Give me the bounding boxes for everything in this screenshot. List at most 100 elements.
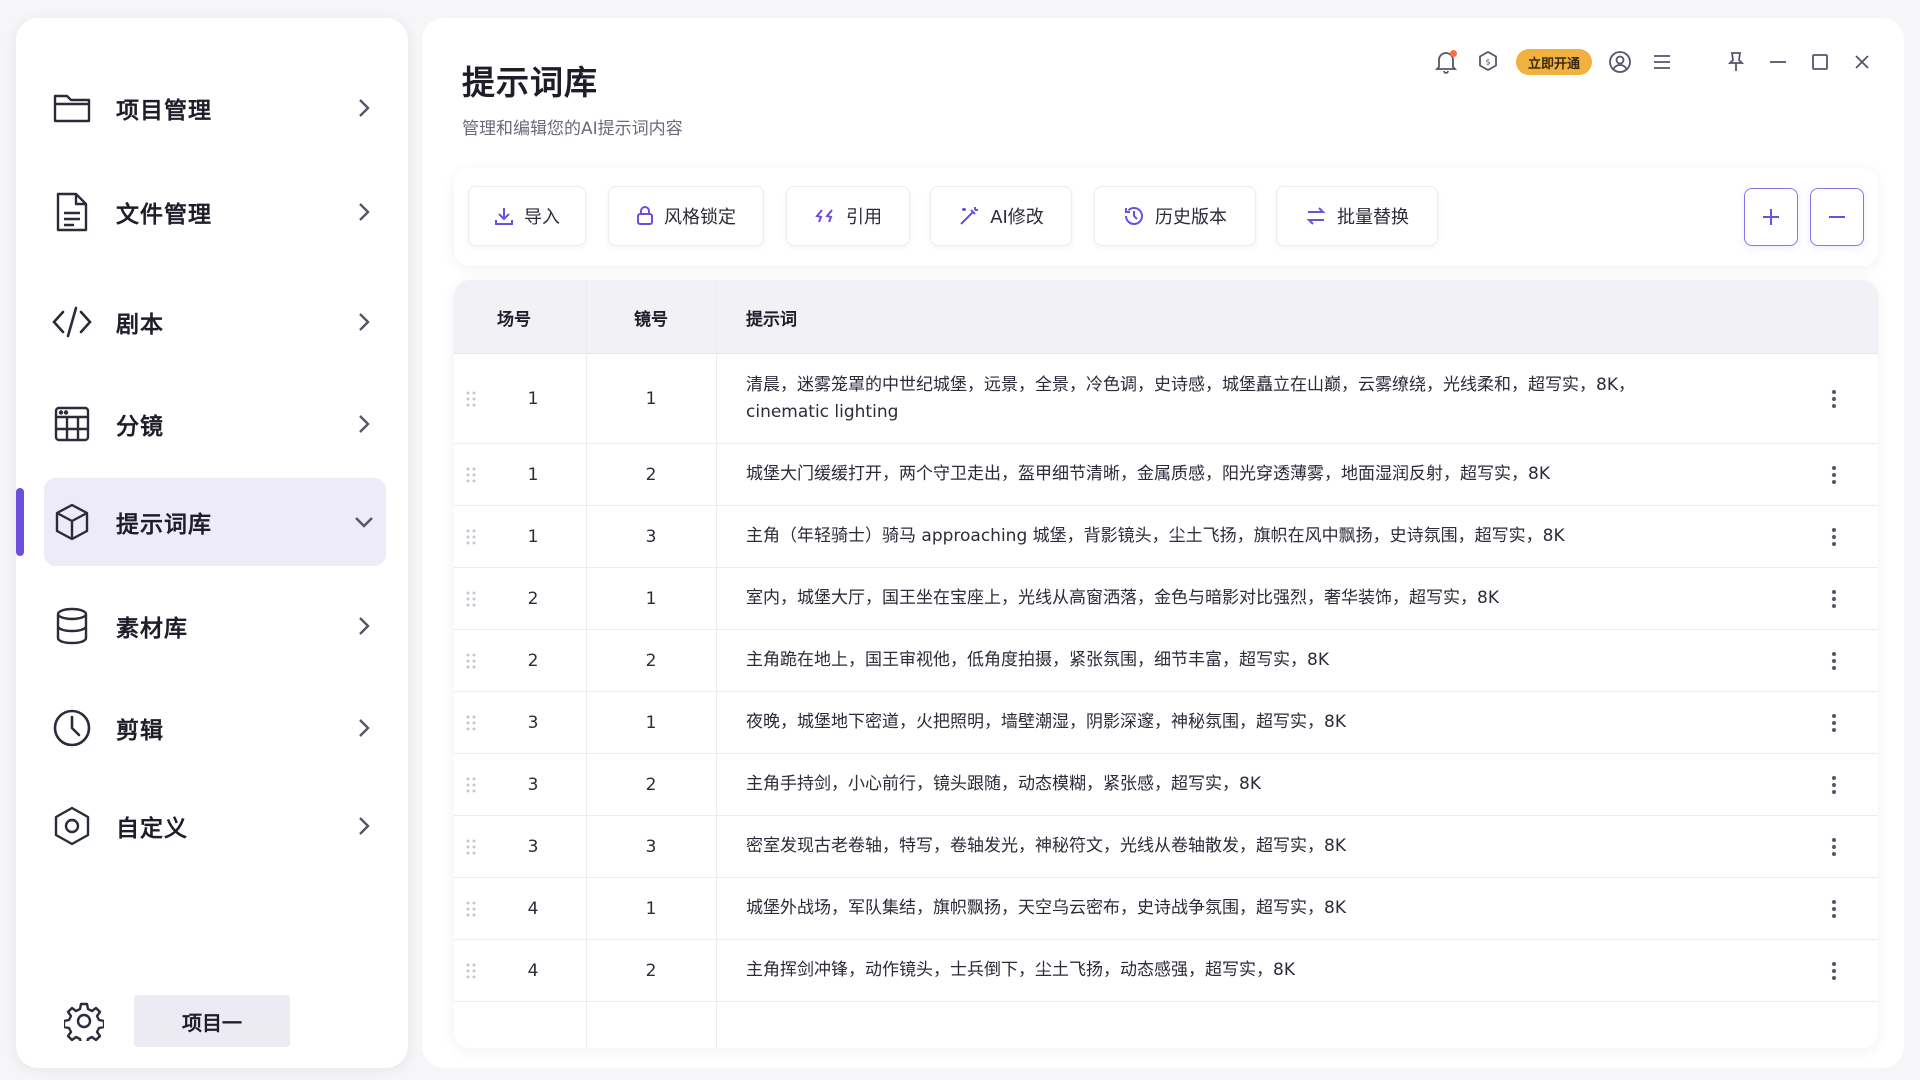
batch-replace-button[interactable]: 批量替换: [1276, 186, 1438, 246]
prompt-cell[interactable]: 密室发现古老卷轴，特写，卷轴发光，神秘符文，光线从卷轴散发，超写实，8K: [746, 816, 1876, 877]
table-row[interactable]: 3 1 夜晚，城堡地下密道，火把照明，墙壁潮湿，阴影深邃，神秘氛围，超写实，8K: [454, 692, 1878, 754]
shot-number-cell: 1: [645, 388, 657, 409]
drag-handle-icon[interactable]: [454, 506, 488, 567]
ai-edit-button[interactable]: AI修改: [930, 186, 1072, 246]
scene-number-cell: 1: [527, 464, 539, 485]
more-options-icon[interactable]: [1814, 816, 1854, 877]
prompt-cell[interactable]: 主角手持剑，小心前行，镜头跟随，动态模糊，紧张感，超写实，8K: [746, 754, 1876, 815]
import-button[interactable]: 导入: [468, 186, 586, 246]
hexagon-settings-icon: [44, 798, 100, 854]
sidebar-item-custom[interactable]: 自定义: [44, 782, 386, 870]
shot-number-cell: 3: [645, 526, 657, 547]
menu-icon[interactable]: [1648, 48, 1676, 76]
prompt-cell[interactable]: 夜晚，城堡地下密道，火把照明，墙壁潮湿，阴影深邃，神秘氛围，超写实，8K: [746, 692, 1876, 753]
table-row[interactable]: 4 1 城堡外战场，军队集结，旗帜飘扬，天空乌云密布，史诗战争氛围，超写实，8K: [454, 878, 1878, 940]
table-row[interactable]: 1 3 主角（年轻骑士）骑马 approaching 城堡，背影镜头，尘土飞扬，旗帜…: [454, 506, 1878, 568]
sidebar-item-label: 项目管理: [116, 98, 212, 124]
sidebar-item-file-management[interactable]: 文件管理: [44, 168, 386, 256]
style-lock-button[interactable]: 风格锁定: [608, 186, 764, 246]
pin-icon[interactable]: [1722, 48, 1750, 76]
shield-coin-icon[interactable]: $: [1474, 48, 1502, 76]
drag-handle-icon[interactable]: [454, 878, 488, 939]
file-icon: [44, 184, 100, 240]
drag-handle-icon[interactable]: [454, 354, 488, 443]
clock-icon: [44, 700, 100, 756]
drag-handle-icon[interactable]: [454, 940, 488, 1001]
maximize-icon[interactable]: [1806, 48, 1834, 76]
database-icon: [44, 598, 100, 654]
drag-handle-icon[interactable]: [454, 568, 488, 629]
minus-icon: [1826, 206, 1848, 228]
lock-icon: [636, 206, 654, 226]
user-avatar-icon[interactable]: [1606, 48, 1634, 76]
column-header-shot[interactable]: 镜号: [586, 280, 716, 354]
sidebar: 项目管理 文件管理 剧本 分镜 提示词库 素材库 剪辑 自定义 项目一: [16, 18, 408, 1068]
gear-icon[interactable]: [56, 993, 112, 1049]
bell-icon[interactable]: [1432, 48, 1460, 76]
more-options-icon[interactable]: [1814, 354, 1854, 443]
sidebar-item-asset-library[interactable]: 素材库: [44, 582, 386, 670]
more-options-icon[interactable]: [1814, 754, 1854, 815]
more-options-icon[interactable]: [1814, 630, 1854, 691]
shot-number-cell: 1: [645, 898, 657, 919]
shot-number-cell: 2: [645, 650, 657, 671]
add-button[interactable]: [1744, 188, 1798, 246]
table-row[interactable]: 1 2 城堡大门缓缓打开，两个守卫走出，盔甲细节清晰，金属质感，阳光穿透薄雾，地面湿…: [454, 444, 1878, 506]
notification-dot: [1449, 50, 1457, 57]
drag-handle-icon[interactable]: [454, 692, 488, 753]
sidebar-item-editing[interactable]: 剪辑: [44, 684, 386, 772]
more-options-icon[interactable]: [1814, 940, 1854, 1001]
more-options-icon[interactable]: [1814, 878, 1854, 939]
table-row[interactable]: 4 2 主角挥剑冲锋，动作镜头，士兵倒下，尘土飞扬，动态感强，超写实，8K: [454, 940, 1878, 1002]
scene-number-cell: 4: [527, 960, 539, 981]
more-options-icon[interactable]: [1814, 444, 1854, 505]
download-icon: [494, 206, 514, 226]
drag-handle-icon[interactable]: [454, 816, 488, 877]
prompt-cell[interactable]: 主角（年轻骑士）骑马 approaching 城堡，背影镜头，尘土飞扬，旗帜在风…: [746, 506, 1876, 567]
plus-icon: [1760, 206, 1782, 228]
column-header-prompt[interactable]: 提示词: [746, 280, 797, 354]
prompt-cell[interactable]: 主角挥剑冲锋，动作镜头，士兵倒下，尘土飞扬，动态感强，超写实，8K: [746, 940, 1876, 1001]
sidebar-item-script[interactable]: 剧本: [44, 278, 386, 366]
current-project-button[interactable]: 项目一: [134, 995, 290, 1047]
table-row[interactable]: 1 1 清晨，迷雾笼罩的中世纪城堡，远景，全景，冷色调，史诗感，城堡矗立在山巅，云雾…: [454, 354, 1878, 444]
chevron-right-icon: [342, 604, 386, 648]
app-window: 项目管理 文件管理 剧本 分镜 提示词库 素材库 剪辑 自定义 项目一 提示词库…: [0, 0, 1920, 1080]
prompt-cell[interactable]: 城堡大门缓缓打开，两个守卫走出，盔甲细节清晰，金属质感，阳光穿透薄雾，地面湿润反…: [746, 444, 1876, 505]
chevron-down-icon: [342, 500, 386, 544]
top-actions: $ 立即开通: [1432, 48, 1876, 76]
close-icon[interactable]: [1848, 48, 1876, 76]
sidebar-item-label: 剧本: [116, 312, 164, 338]
sidebar-item-storyboard[interactable]: 分镜: [44, 380, 386, 468]
table-row[interactable]: 3 2 主角手持剑，小心前行，镜头跟随，动态模糊，紧张感，超写实，8K: [454, 754, 1878, 816]
drag-handle-icon[interactable]: [454, 754, 488, 815]
swap-icon: [1305, 206, 1327, 226]
table-row[interactable]: 3 3 密室发现古老卷轴，特写，卷轴发光，神秘符文，光线从卷轴散发，超写实，8K: [454, 816, 1878, 878]
table-row[interactable]: 2 2 主角跪在地上，国王审视他，低角度拍摄，紧张氛围，细节丰富，超写实，8K: [454, 630, 1878, 692]
prompt-cell[interactable]: 主角跪在地上，国王审视他，低角度拍摄，紧张氛围，细节丰富，超写实，8K: [746, 630, 1876, 691]
drag-handle-icon[interactable]: [454, 444, 488, 505]
prompt-cell[interactable]: 清晨，迷雾笼罩的中世纪城堡，远景，全景，冷色调，史诗感，城堡矗立在山巅，云雾缭绕…: [746, 354, 1876, 443]
drag-handle-icon[interactable]: [454, 630, 488, 691]
sidebar-item-label: 自定义: [116, 816, 188, 842]
history-button[interactable]: 历史版本: [1094, 186, 1256, 246]
prompt-cell[interactable]: 室内，城堡大厅，国王坐在宝座上，光线从高窗洒落，金色与暗影对比强烈，奢华装饰，超…: [746, 568, 1876, 629]
cube-icon: [44, 494, 100, 550]
remove-button[interactable]: [1810, 188, 1864, 246]
shot-number-cell: 1: [645, 588, 657, 609]
vip-upgrade-button[interactable]: 立即开通: [1515, 49, 1592, 75]
table-header: 场号 镜号 提示词: [454, 280, 1878, 354]
more-options-icon[interactable]: [1814, 568, 1854, 629]
column-header-scene[interactable]: 场号: [454, 280, 574, 354]
active-indicator: [16, 488, 24, 556]
page-title: 提示词库: [462, 63, 598, 102]
prompt-cell[interactable]: 城堡外战场，军队集结，旗帜飘扬，天空乌云密布，史诗战争氛围，超写实，8K: [746, 878, 1876, 939]
table-row[interactable]: 2 1 室内，城堡大厅，国王坐在宝座上，光线从高窗洒落，金色与暗影对比强烈，奢华装饰…: [454, 568, 1878, 630]
quote-button[interactable]: 引用: [786, 186, 910, 246]
more-options-icon[interactable]: [1814, 506, 1854, 567]
sidebar-item-label: 文件管理: [116, 202, 212, 228]
minimize-icon[interactable]: [1764, 48, 1792, 76]
sidebar-item-prompt-library[interactable]: 提示词库: [44, 478, 386, 566]
more-options-icon[interactable]: [1814, 692, 1854, 753]
sidebar-item-project-management[interactable]: 项目管理: [44, 64, 386, 152]
